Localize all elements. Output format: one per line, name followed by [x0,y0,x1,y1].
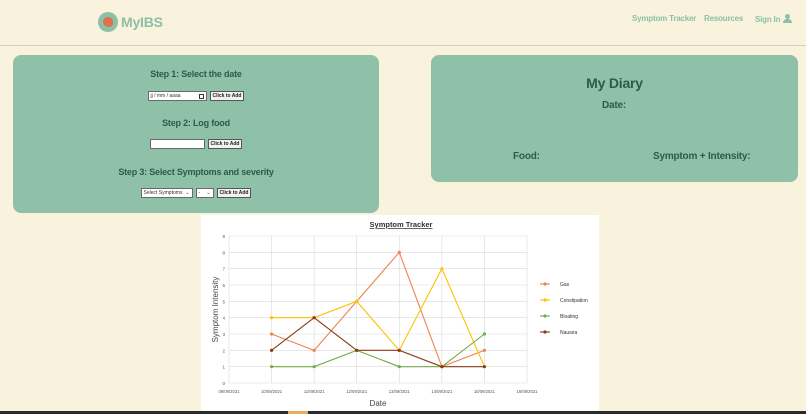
x-tick-label: 09/09/2021 [219,389,241,394]
y-axis-label: Symptom Intensity [211,277,220,343]
y-tick-label: 5 [222,299,225,304]
data-point-gas [482,348,487,352]
data-point-nausea [269,348,274,352]
brand-name: MyIBS [121,14,163,30]
chart-title: Symptom Tracker [370,220,433,229]
diary-symptom-label: Symptom + Intensity: [653,151,751,162]
data-point-constipation [355,299,359,303]
data-point-nausea [440,365,444,369]
y-tick-label: 7 [222,267,225,272]
log-entry-panel: Step 1: Select the date jj / mm / aaaa C… [13,55,379,213]
data-point-bloating [269,365,274,369]
food-input[interactable] [149,139,205,149]
x-axis-label: Date [370,399,387,408]
nav-symptom-tracker[interactable]: Symptom Tracker [632,14,696,23]
legend-label-constipation: Constipation [560,298,588,304]
y-tick-label: 9 [222,234,225,239]
severity-select[interactable]: - ⌄ [195,188,214,198]
step2-controls: Click to Add [13,139,379,149]
legend-label-nausea: Nausea [560,330,577,336]
step1-title: Step 1: Select the date [150,69,242,79]
data-point-bloating [397,365,401,369]
symptom-select-value: Select Symptoms [143,190,183,196]
data-point-gas [269,332,274,336]
calendar-icon[interactable] [198,93,204,99]
x-tick-label: 12/09/2021 [346,389,368,394]
legend-marker-nausea [543,330,547,334]
x-tick-label: 15/09/2021 [474,389,496,394]
y-tick-label: 4 [222,316,225,321]
data-point-gas [397,250,401,254]
diary-title: My Diary [586,75,643,91]
diary-panel: My Diary Date: Food: Symptom + Intensity… [431,55,798,182]
add-symptom-button[interactable]: Click to Add [216,188,252,198]
data-point-nausea [312,316,316,320]
symptom-chart: Symptom Tracker 0 1 2 3 4 5 6 7 8 9 09/09/2021 10/09… [201,215,599,414]
step2-title: Step 2: Log food [162,118,230,128]
step3-title: Step 3: Select Symptoms and severity [118,167,274,177]
x-tick-label: 16/09/2021 [517,389,539,394]
chevron-down-icon: ⌄ [185,190,190,196]
legend-label-gas: Gas [560,282,570,288]
y-tick-label: 3 [222,332,225,337]
data-point-constipation [269,316,274,320]
y-tick-label: 8 [222,250,225,255]
data-point-nausea [397,348,401,352]
chevron-down-icon: ⌄ [206,190,211,196]
date-input[interactable]: jj / mm / aaaa [147,91,207,101]
sign-in-label: Sign In [755,14,781,24]
x-tick-label: 14/09/2021 [431,389,453,394]
x-tick-label: 11/09/2021 [304,389,325,394]
legend-marker-bloating [543,314,547,318]
user-icon [783,14,793,24]
nav-sign-in[interactable]: Sign In [755,14,793,24]
nav-resources[interactable]: Resources [704,14,743,23]
chart-svg: Symptom Tracker 0 1 2 3 4 5 6 7 8 9 09/09/2021 10/09… [211,220,588,408]
brand-logo[interactable]: MyIBS [98,12,163,32]
x-tick-label: 13/09/2021 [389,389,411,394]
top-navbar: MyIBS Symptom Tracker Resources Sign In [0,0,806,46]
data-point-nausea [482,365,487,369]
x-tick-label: 10/09/2021 [261,389,283,394]
diary-food-label: Food: [513,151,540,162]
y-tick-label: 6 [222,283,225,288]
logo-icon [98,12,118,32]
legend-marker-constipation [543,298,547,302]
step1-controls: jj / mm / aaaa Click to Add [13,91,379,101]
date-placeholder: jj / mm / aaaa [150,93,181,99]
add-food-button[interactable]: Click to Add [207,139,243,149]
series-line-gas [271,251,485,368]
legend-label-bloating: Bloating [560,314,578,320]
y-tick-label: 1 [222,365,225,370]
data-point-constipation [440,267,444,271]
data-point-bloating [312,365,316,369]
data-point-nausea [355,348,359,352]
diary-date-label: Date: [602,100,627,111]
data-point-bloating [482,332,487,336]
y-tick-label: 2 [222,348,225,353]
data-point-gas [312,348,316,352]
legend-marker-gas [543,282,547,286]
add-date-button[interactable]: Click to Add [209,91,245,101]
y-tick-label: 0 [222,381,225,386]
step3-controls: Select Symptoms ⌄ - ⌄ Click to Add [13,188,379,198]
symptom-select[interactable]: Select Symptoms ⌄ [140,188,193,198]
severity-select-value: - [198,190,201,196]
